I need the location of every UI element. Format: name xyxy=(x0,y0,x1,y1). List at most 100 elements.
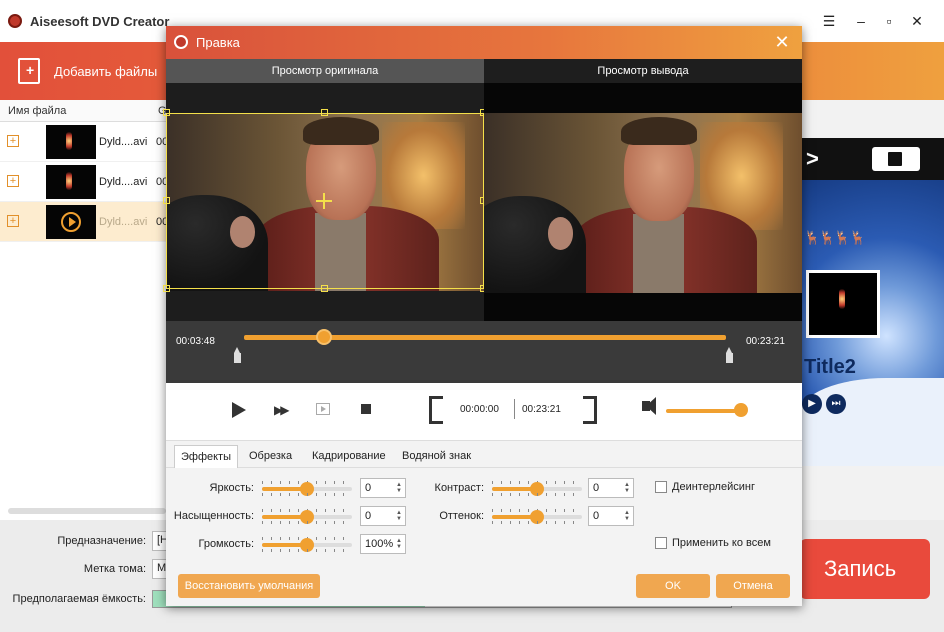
preview-toolbar: > xyxy=(800,138,944,180)
maximize-button[interactable]: ▫ xyxy=(880,12,898,30)
volume-effect-spinbox[interactable]: 100% ▲ ▼ xyxy=(360,534,406,554)
file-thumbnail xyxy=(46,125,96,159)
close-app-button[interactable]: ✕ xyxy=(908,12,926,30)
time-separator xyxy=(514,399,515,419)
progress-knob[interactable] xyxy=(315,329,332,345)
hue-slider[interactable] xyxy=(492,509,582,524)
saturation-slider[interactable] xyxy=(262,509,352,524)
set-end-icon[interactable] xyxy=(583,396,597,424)
ok-button[interactable]: OK xyxy=(636,574,710,598)
capacity-label: Предполагаемая ёмкость: xyxy=(12,593,146,605)
effects-panel: Яркость: 0 ▲ ▼ Насыщенность: 0 ▲ ▼ Громкость… xyxy=(166,468,802,564)
cancel-button[interactable]: Отмена xyxy=(716,574,790,598)
app-logo-icon xyxy=(8,14,22,28)
edit-menu-icon[interactable] xyxy=(872,147,920,171)
expand-icon[interactable]: + xyxy=(7,135,19,147)
crop-handle[interactable] xyxy=(163,197,170,204)
original-preview xyxy=(163,83,487,321)
contrast-label: Контраст: xyxy=(434,482,484,494)
destination-label: Предназначение: xyxy=(57,535,146,547)
minimize-button[interactable]: – xyxy=(852,12,870,30)
next-frame-icon[interactable] xyxy=(316,403,330,415)
dialog-titlebar: Правка ✕ xyxy=(166,26,802,59)
dialog-footer: Восстановить умолчания OK Отмена xyxy=(166,564,802,606)
menu-icon[interactable]: ☰ xyxy=(820,12,838,30)
saturation-value: 0 xyxy=(365,510,372,522)
reindeer-sleigh-icon: 🦌🦌🦌🦌 xyxy=(804,230,866,245)
crop-handle[interactable] xyxy=(321,109,328,116)
file-list: Имя файла G + Dyld....avi 00 + Dyld....a… xyxy=(0,100,168,520)
contrast-spinbox[interactable]: 0 ▲ ▼ xyxy=(588,478,634,498)
trim-end-marker[interactable] xyxy=(726,347,733,363)
preview-thumbnail[interactable] xyxy=(806,270,880,338)
brightness-value: 0 xyxy=(365,482,372,494)
apply-all-label: Применить ко всем xyxy=(672,537,771,549)
output-preview xyxy=(484,83,802,321)
spin-arrows-icon[interactable]: ▲ ▼ xyxy=(624,510,630,522)
spin-arrows-icon[interactable]: ▲ ▼ xyxy=(624,482,630,494)
saturation-label: Насыщенность: xyxy=(173,510,254,522)
trim-start-marker[interactable] xyxy=(234,347,241,363)
volume-effect-slider[interactable] xyxy=(262,537,352,552)
file-name: Dyld....avi xyxy=(99,176,148,188)
file-list-header: Имя файла G xyxy=(0,100,167,122)
add-files-button[interactable]: Добавить файлы xyxy=(18,56,157,86)
preview-play-icon[interactable]: ▶ xyxy=(802,394,822,414)
current-time: 00:03:48 xyxy=(176,336,215,347)
add-file-icon xyxy=(18,58,40,84)
record-button[interactable]: Запись xyxy=(800,539,930,599)
spin-arrows-icon[interactable]: ▲ ▼ xyxy=(396,538,402,550)
dialog-title: Правка xyxy=(196,35,240,50)
output-preview-label: Просмотр вывода xyxy=(484,59,802,83)
next-arrow-icon[interactable]: > xyxy=(806,146,819,172)
app-title: Aiseesoft DVD Creator xyxy=(30,14,170,29)
add-files-label: Добавить файлы xyxy=(54,63,158,79)
volume-effect-value: 100% xyxy=(365,538,394,550)
preview-snow xyxy=(800,378,944,466)
hue-spinbox[interactable]: 0 ▲ ▼ xyxy=(588,506,634,526)
volume-track[interactable] xyxy=(666,409,742,413)
tab-watermark[interactable]: Водяной знак xyxy=(396,445,477,468)
deinterlace-checkbox[interactable] xyxy=(655,481,667,493)
stop-icon[interactable] xyxy=(361,404,371,414)
volume-icon[interactable] xyxy=(642,397,656,415)
file-name: Dyld....avi xyxy=(99,216,148,228)
file-row[interactable]: + Dyld....avi 00 xyxy=(0,122,168,162)
edit-tabs: Эффекты Обрезка Кадрирование Водяной зна… xyxy=(166,441,802,468)
play-icon[interactable] xyxy=(232,402,246,418)
fast-forward-icon[interactable]: ▶▶ xyxy=(274,403,290,417)
edit-dialog: Правка ✕ Просмотр оригинала Просмотр выв… xyxy=(163,26,802,606)
preview-next-icon[interactable]: ⏭ xyxy=(826,394,846,414)
set-start-icon[interactable] xyxy=(429,396,443,424)
preview-headers: Просмотр оригинала Просмотр вывода xyxy=(166,59,802,83)
crop-handle[interactable] xyxy=(163,285,170,292)
menu-preview: > 🦌🦌🦌🦌 Title2 ▶ ⏭ xyxy=(800,138,944,466)
file-thumbnail xyxy=(46,205,96,239)
file-row-selected[interactable]: + Dyld....avi 00 xyxy=(0,202,168,242)
contrast-value: 0 xyxy=(593,482,600,494)
volume-knob[interactable] xyxy=(734,403,748,417)
file-row[interactable]: + Dyld....avi 00 xyxy=(0,162,168,202)
tab-crop[interactable]: Кадрирование xyxy=(306,445,392,468)
brightness-slider[interactable] xyxy=(262,481,352,496)
crop-handle[interactable] xyxy=(321,285,328,292)
cut-start-time: 00:00:00 xyxy=(460,404,499,415)
tab-effects[interactable]: Эффекты xyxy=(174,445,239,468)
deinterlace-label: Деинтерлейсинг xyxy=(672,481,755,493)
expand-icon[interactable]: + xyxy=(7,215,19,227)
crop-handle[interactable] xyxy=(163,109,170,116)
horizontal-scrollbar[interactable] xyxy=(8,508,166,514)
timeline: 00:03:48 00:23:21 xyxy=(166,321,802,383)
column-header-name[interactable]: Имя файла xyxy=(8,105,66,117)
crop-center-icon[interactable] xyxy=(323,193,325,209)
expand-icon[interactable]: + xyxy=(7,175,19,187)
tab-trim[interactable]: Обрезка xyxy=(243,445,298,468)
hue-value: 0 xyxy=(593,510,600,522)
contrast-slider[interactable] xyxy=(492,481,582,496)
apply-all-checkbox[interactable] xyxy=(655,537,667,549)
restore-defaults-button[interactable]: Восстановить умолчания xyxy=(178,574,320,598)
close-icon[interactable]: ✕ xyxy=(772,32,792,52)
play-circle-icon xyxy=(61,212,81,232)
hue-label: Оттенок: xyxy=(439,510,484,522)
playback-controls: ▶▶ 00:00:00 00:23:21 xyxy=(166,383,802,441)
